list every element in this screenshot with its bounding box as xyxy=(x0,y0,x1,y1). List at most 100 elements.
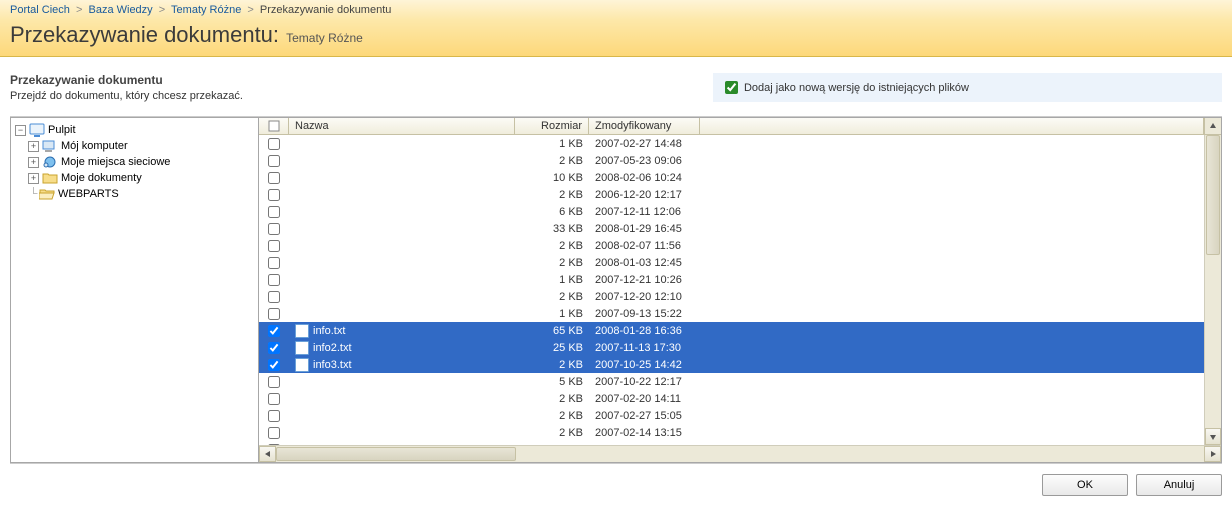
scroll-right-button[interactable] xyxy=(1204,446,1221,462)
breadcrumb-link[interactable]: Baza Wiedzy xyxy=(88,4,152,16)
file-row-checkbox[interactable] xyxy=(268,206,280,218)
scroll-up-button[interactable] xyxy=(1204,118,1221,134)
cancel-button[interactable]: Anuluj xyxy=(1136,474,1222,496)
file-name-cell[interactable]: info2.txt xyxy=(289,339,515,356)
file-row[interactable]: 6 KB2007-12-11 12:06 xyxy=(259,203,1221,220)
file-row[interactable]: 5 KB2007-10-22 12:17 xyxy=(259,373,1221,390)
file-row[interactable]: 2 KB2007-12-20 12:10 xyxy=(259,288,1221,305)
file-row[interactable]: 1 KB2007-02-27 14:48 xyxy=(259,135,1221,152)
file-row[interactable]: info3.txt2 KB2007-10-25 14:42 xyxy=(259,356,1221,373)
file-row[interactable]: 2 KB2008-01-03 12:45 xyxy=(259,254,1221,271)
file-name-cell[interactable]: info.txt xyxy=(289,322,515,339)
file-modified: 2007-10-25 14:42 xyxy=(589,356,700,373)
file-row-checkbox[interactable] xyxy=(268,376,280,388)
file-row-checkbox[interactable] xyxy=(268,240,280,252)
file-row-checkbox[interactable] xyxy=(268,308,280,320)
file-row[interactable]: info2.txt25 KB2007-11-13 17:30 xyxy=(259,339,1221,356)
file-row-checkbox[interactable] xyxy=(268,444,280,446)
vertical-scrollbar[interactable] xyxy=(1204,135,1221,445)
file-row-checkbox[interactable] xyxy=(268,138,280,150)
file-modified: 2008-01-29 16:45 xyxy=(589,220,700,237)
file-row[interactable]: 1 KB2007-12-21 10:26 xyxy=(259,271,1221,288)
file-name-cell[interactable] xyxy=(289,407,515,424)
file-name-cell[interactable] xyxy=(289,271,515,288)
tree-collapse-icon[interactable]: − xyxy=(15,125,26,136)
file-row-checkbox[interactable] xyxy=(268,274,280,286)
add-as-new-version-checkbox[interactable] xyxy=(725,81,738,94)
file-row-checkbox[interactable] xyxy=(268,155,280,167)
file-row-checkbox[interactable] xyxy=(268,342,280,354)
file-name-cell[interactable] xyxy=(289,237,515,254)
file-name-cell[interactable] xyxy=(289,203,515,220)
column-header-checkbox[interactable] xyxy=(259,118,289,134)
breadcrumb: Portal Ciech > Baza Wiedzy > Tematy Różn… xyxy=(0,0,1232,20)
file-name-cell[interactable]: info3.txt xyxy=(289,356,515,373)
file-row-checkbox[interactable] xyxy=(268,359,280,371)
file-row[interactable]: 2 KB2007-02-20 14:11 xyxy=(259,390,1221,407)
tree-expand-icon[interactable]: + xyxy=(28,157,39,168)
horizontal-scrollbar[interactable] xyxy=(259,445,1221,462)
breadcrumb-separator: > xyxy=(159,4,165,16)
scrollbar-track[interactable] xyxy=(276,446,1204,462)
tree-node[interactable]: └ WEBPARTS xyxy=(13,186,256,202)
file-row-checkbox[interactable] xyxy=(268,189,280,201)
file-size: 2 KB xyxy=(515,186,589,203)
file-name-cell[interactable] xyxy=(289,186,515,203)
scrollbar-thumb[interactable] xyxy=(276,447,516,461)
file-row[interactable]: 33 KB2008-01-29 16:45 xyxy=(259,220,1221,237)
tree-node[interactable]: + Moje miejsca sieciowe xyxy=(13,154,256,170)
file-name-cell[interactable] xyxy=(289,424,515,441)
file-row-checkbox[interactable] xyxy=(268,427,280,439)
tree-node-root[interactable]: − Pulpit xyxy=(13,122,256,138)
file-icon xyxy=(295,324,309,338)
file-name-cell[interactable] xyxy=(289,305,515,322)
add-as-new-version-label: Dodaj jako nową wersję do istniejących p… xyxy=(744,82,969,94)
file-name-cell[interactable] xyxy=(289,254,515,271)
file-row[interactable]: 1 KB2007-02-14 13:15 xyxy=(259,441,1221,445)
scroll-down-button[interactable] xyxy=(1205,428,1221,445)
file-row-checkbox[interactable] xyxy=(268,172,280,184)
file-list-body[interactable]: 1 KB2007-02-27 14:482 KB2007-05-23 09:06… xyxy=(259,135,1221,445)
file-name-cell[interactable] xyxy=(289,390,515,407)
file-row-checkbox[interactable] xyxy=(268,257,280,269)
file-row[interactable]: 2 KB2007-02-27 15:05 xyxy=(259,407,1221,424)
file-row-checkbox[interactable] xyxy=(268,291,280,303)
file-row[interactable]: info.txt65 KB2008-01-28 16:36 xyxy=(259,322,1221,339)
column-header-size[interactable]: Rozmiar xyxy=(515,118,589,134)
scrollbar-thumb[interactable] xyxy=(1206,135,1220,255)
file-row[interactable]: 1 KB2007-09-13 15:22 xyxy=(259,305,1221,322)
scroll-left-button[interactable] xyxy=(259,446,276,462)
file-name-cell[interactable] xyxy=(289,441,515,445)
folder-tree[interactable]: − Pulpit + Mój komputer + Moje miejsca s… xyxy=(10,117,258,463)
breadcrumb-link[interactable]: Portal Ciech xyxy=(10,4,70,16)
tree-node-label: Moje miejsca sieciowe xyxy=(61,154,170,170)
breadcrumb-link[interactable]: Tematy Różne xyxy=(171,4,241,16)
tree-node[interactable]: + Moje dokumenty xyxy=(13,170,256,186)
file-row-checkbox[interactable] xyxy=(268,410,280,422)
file-name-cell[interactable] xyxy=(289,169,515,186)
file-size: 2 KB xyxy=(515,288,589,305)
file-name-cell[interactable] xyxy=(289,152,515,169)
file-row-checkbox[interactable] xyxy=(268,393,280,405)
breadcrumb-current: Przekazywanie dokumentu xyxy=(260,4,391,16)
file-row-checkbox[interactable] xyxy=(268,223,280,235)
tree-node[interactable]: + Mój komputer xyxy=(13,138,256,154)
file-name-cell[interactable] xyxy=(289,373,515,390)
file-size: 2 KB xyxy=(515,390,589,407)
file-name-cell[interactable] xyxy=(289,220,515,237)
file-size: 2 KB xyxy=(515,356,589,373)
file-row[interactable]: 2 KB2008-02-07 11:56 xyxy=(259,237,1221,254)
tree-expand-icon[interactable]: + xyxy=(28,173,39,184)
file-name-cell[interactable] xyxy=(289,288,515,305)
tree-expand-icon[interactable]: + xyxy=(28,141,39,152)
file-row[interactable]: 2 KB2006-12-20 12:17 xyxy=(259,186,1221,203)
ok-button[interactable]: OK xyxy=(1042,474,1128,496)
scrollbar-track[interactable] xyxy=(1205,135,1221,428)
file-row[interactable]: 2 KB2007-02-14 13:15 xyxy=(259,424,1221,441)
column-header-name[interactable]: Nazwa xyxy=(289,118,515,134)
file-row-checkbox[interactable] xyxy=(268,325,280,337)
file-row[interactable]: 2 KB2007-05-23 09:06 xyxy=(259,152,1221,169)
file-row[interactable]: 10 KB2008-02-06 10:24 xyxy=(259,169,1221,186)
file-name-cell[interactable] xyxy=(289,135,515,152)
column-header-modified[interactable]: Zmodyfikowany xyxy=(589,118,700,134)
